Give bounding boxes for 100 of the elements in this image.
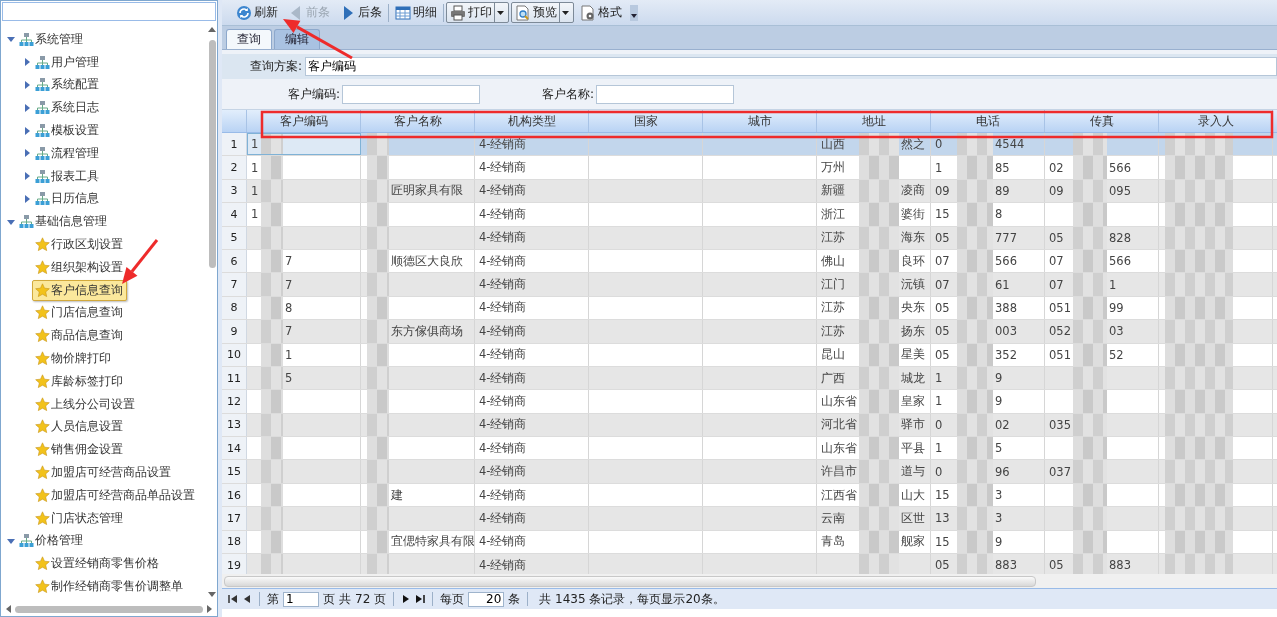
tree-item[interactable]: 物价牌打印	[32, 348, 115, 370]
scroll-up-icon[interactable]	[208, 26, 216, 32]
tree-item[interactable]: 用户管理	[32, 51, 103, 73]
first-page-icon[interactable]	[228, 594, 238, 604]
tree-item[interactable]: 销售佣金设置	[32, 439, 127, 461]
page-size-field[interactable]: 20	[468, 591, 505, 607]
expand-arrow-icon[interactable]	[22, 102, 32, 113]
cell-text: 1	[251, 137, 259, 152]
column-header[interactable]: 客户名称	[361, 110, 475, 132]
field-label: 查询方案:	[250, 58, 303, 75]
tree-item[interactable]: 系统管理	[16, 28, 87, 50]
scroll-right-icon[interactable]	[207, 605, 213, 613]
table-row[interactable]: 11 5 4-经销商 广西 城龙 1 9	[222, 366, 1277, 391]
expand-arrow-icon[interactable]	[22, 125, 32, 136]
tree-item[interactable]: 商品信息查询	[32, 325, 127, 347]
column-header[interactable]: 电话	[931, 110, 1045, 132]
blur-redaction	[859, 554, 899, 574]
cell-text: 7	[285, 276, 293, 294]
cell-text: 13	[935, 511, 950, 526]
table-row[interactable]: 7 7 4-经销商 江门 沅镇 07 61 07 1	[222, 273, 1277, 297]
tree-item[interactable]: 加盟店可经营商品设置	[32, 462, 175, 484]
table-row[interactable]: 9 7 东方傢俱商场 4-经销商 江苏 扬东 05 003 052 03	[222, 320, 1277, 344]
filter-field[interactable]	[596, 84, 735, 104]
blur-redaction	[261, 507, 283, 530]
tree-item[interactable]: 日历信息	[32, 188, 103, 210]
scrollbar-thumb[interactable]	[15, 605, 203, 613]
network-icon	[19, 31, 34, 47]
column-header[interactable]: 地址	[817, 110, 931, 132]
toolbar-button[interactable]: 格式	[576, 2, 626, 23]
star-icon	[35, 237, 50, 253]
table-row[interactable]: 3 1 匠明家具有限 4-经销商 新疆 凌商 09 89 09 095	[222, 179, 1277, 204]
scroll-down-icon[interactable]	[208, 592, 216, 598]
blur-redaction	[957, 203, 993, 226]
scrollbar-thumb[interactable]	[224, 575, 1036, 587]
tree-item[interactable]: 制作经销商零售价调整单	[32, 576, 187, 597]
toolbar-button[interactable]: 刷新	[232, 2, 282, 23]
previous-page-icon[interactable]	[242, 594, 252, 604]
search-field[interactable]	[2, 2, 216, 21]
blur-redaction	[261, 460, 283, 483]
query-scheme-field[interactable]: 客户编码	[305, 57, 1277, 76]
table-row[interactable]: 4 1 4-经销商 浙江 婆街 15 8	[222, 203, 1277, 227]
expand-arrow-icon[interactable]	[22, 193, 32, 204]
table-row[interactable]: 1 1 4-经销商 山西 然之 0 4544	[222, 133, 1277, 157]
toolbar-button[interactable]: 预览	[511, 2, 574, 23]
table-row[interactable]: 13 4-经销商 河北省 驿市 0 02 035	[222, 413, 1277, 438]
blur-redaction	[957, 179, 993, 203]
column-header[interactable]: 城市	[703, 110, 817, 132]
tree-item[interactable]: 门店状态管理	[32, 507, 127, 529]
tree-item[interactable]: 基础信息管理	[16, 211, 111, 233]
tree-item[interactable]: 加盟店可经营商品单品设置	[32, 484, 199, 506]
tree-item[interactable]: 客户信息查询	[32, 279, 127, 301]
expand-arrow-icon[interactable]	[22, 171, 32, 182]
scrollbar-thumb[interactable]	[208, 40, 216, 268]
tree-item[interactable]: 系统配置	[32, 74, 103, 96]
cell-text: 388	[995, 299, 1017, 317]
expand-arrow-icon[interactable]	[22, 80, 32, 90]
toolbar-button[interactable]: 明细	[391, 2, 441, 23]
tree-item[interactable]: 报表工具	[32, 165, 103, 187]
cell-text: 4-经销商	[479, 416, 527, 434]
tree-item[interactable]: 库龄标签打印	[32, 370, 127, 392]
cell-text: 4-经销商	[479, 135, 527, 153]
expand-arrow-icon[interactable]	[22, 148, 32, 159]
tree-item[interactable]: 模板设置	[32, 120, 103, 142]
column-header[interactable]: 国家	[589, 110, 703, 132]
toolbar-button[interactable]: 打印	[446, 2, 509, 23]
tree-item[interactable]: 流程管理	[32, 142, 103, 164]
tree-item[interactable]: 人员信息设置	[32, 416, 127, 438]
tab[interactable]: 查询	[226, 29, 272, 49]
tree-item[interactable]: 系统日志	[32, 97, 103, 119]
column-header[interactable]: 客户编码	[247, 110, 361, 132]
toolbar-button[interactable]: 后条	[336, 2, 386, 23]
blur-redaction	[1165, 203, 1233, 226]
column-header[interactable]: 传真	[1045, 110, 1159, 132]
overflow-caret-icon[interactable]	[630, 4, 638, 21]
table-row[interactable]: 17 4-经销商 云南 区世 13 3	[222, 507, 1277, 531]
blur-redaction	[367, 413, 389, 437]
cell-text: 江苏	[821, 230, 845, 246]
blur-redaction	[367, 226, 389, 249]
table-row[interactable]: 10 1 4-经销商 昆山 星美 05 352 051 52	[222, 343, 1277, 367]
table-row[interactable]: 2 1 4-经销商 万州 1 85 02 566	[222, 156, 1277, 180]
table-row[interactable]: 5 4-经销商 江苏 海东 05 777 05 828	[222, 226, 1277, 250]
last-page-icon[interactable]	[415, 594, 426, 604]
network-icon	[35, 168, 50, 184]
table-row[interactable]: 12 4-经销商 山东省 皇家 1 9	[222, 390, 1277, 414]
page-field[interactable]: 1	[283, 591, 319, 607]
tree-item[interactable]: 价格管理	[16, 530, 87, 552]
column-header[interactable]: 机构类型	[475, 110, 589, 132]
tree-item[interactable]: 行政区划设置	[32, 234, 127, 256]
tree-item[interactable]: 门店信息查询	[32, 302, 127, 324]
tab[interactable]: 编辑	[274, 29, 320, 49]
tree-item[interactable]: 组织架构设置	[32, 256, 127, 278]
cell-text: 8	[995, 206, 1003, 224]
tree-item[interactable]: 设置经销商零售价格	[32, 553, 163, 575]
column-header[interactable]: 录入人	[1159, 110, 1273, 132]
tree-item[interactable]: 上线分公司设置	[32, 393, 139, 415]
table-row[interactable]: 19 4-经销商 05 883 05 883	[222, 554, 1277, 574]
table-row[interactable]: 15 4-经销商 许昌市 道与 0 96 037	[222, 460, 1277, 484]
filter-field[interactable]	[342, 84, 481, 104]
scroll-left-icon[interactable]	[5, 605, 11, 613]
expand-arrow-icon[interactable]	[22, 57, 32, 68]
